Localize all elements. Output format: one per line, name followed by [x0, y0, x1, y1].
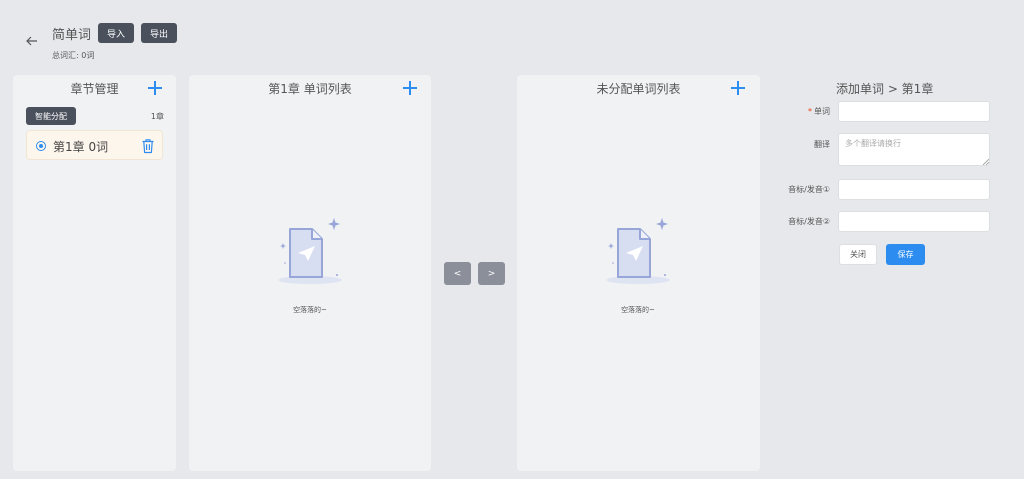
form-title: 添加单词 > 第1章 [836, 82, 934, 96]
translation-field-label: 翻译 [814, 140, 830, 149]
chapter-item[interactable]: 第1章 0词 [26, 130, 163, 160]
trash-icon[interactable] [141, 138, 155, 154]
translation-textarea[interactable] [838, 133, 990, 166]
word-list-empty-text: 空落落的~ [293, 306, 327, 314]
word-field-label: * 单词 [770, 106, 830, 117]
move-right-button[interactable]: > [478, 262, 505, 285]
move-left-button[interactable]: < [444, 262, 471, 285]
add-word-icon[interactable] [403, 81, 417, 95]
unassigned-panel-title: 未分配单词列表 [596, 82, 681, 96]
phonetic2-field-label: 音标/发音② [788, 217, 830, 226]
add-chapter-icon[interactable] [148, 81, 162, 95]
phonetic1-input[interactable] [838, 179, 990, 200]
empty-document-icon [606, 218, 670, 284]
total-words: 总词汇: 0词 [52, 51, 95, 60]
add-unassigned-word-icon[interactable] [731, 81, 745, 95]
word-input[interactable] [838, 101, 990, 122]
arrow-left-icon[interactable] [24, 33, 40, 49]
unassigned-empty-text: 空落落的~ [621, 306, 655, 314]
empty-document-icon [278, 218, 342, 284]
phonetic1-field-label: 音标/发音① [788, 185, 830, 194]
import-button[interactable]: 导入 [98, 23, 134, 43]
chapter-radio[interactable] [36, 141, 46, 151]
save-button[interactable]: 保存 [886, 244, 925, 265]
page-title: 简单词 [52, 28, 92, 43]
chapter-count: 1章 [150, 112, 164, 121]
phonetic2-input[interactable] [838, 211, 990, 232]
word-field-label-text: 单词 [814, 107, 830, 116]
smart-assign-button[interactable]: 智能分配 [26, 107, 76, 125]
required-marker: * [808, 107, 812, 116]
resize-grip-icon[interactable] [983, 159, 989, 165]
close-button[interactable]: 关闭 [839, 244, 877, 265]
word-list-panel-title: 第1章 单词列表 [268, 82, 352, 96]
chapter-item-label: 第1章 0词 [53, 140, 109, 154]
app-root: 简单词 导入 导出 总词汇: 0词 章节管理 智能分配 1章 第1章 0词 第1… [0, 0, 1024, 479]
export-button[interactable]: 导出 [141, 23, 177, 43]
